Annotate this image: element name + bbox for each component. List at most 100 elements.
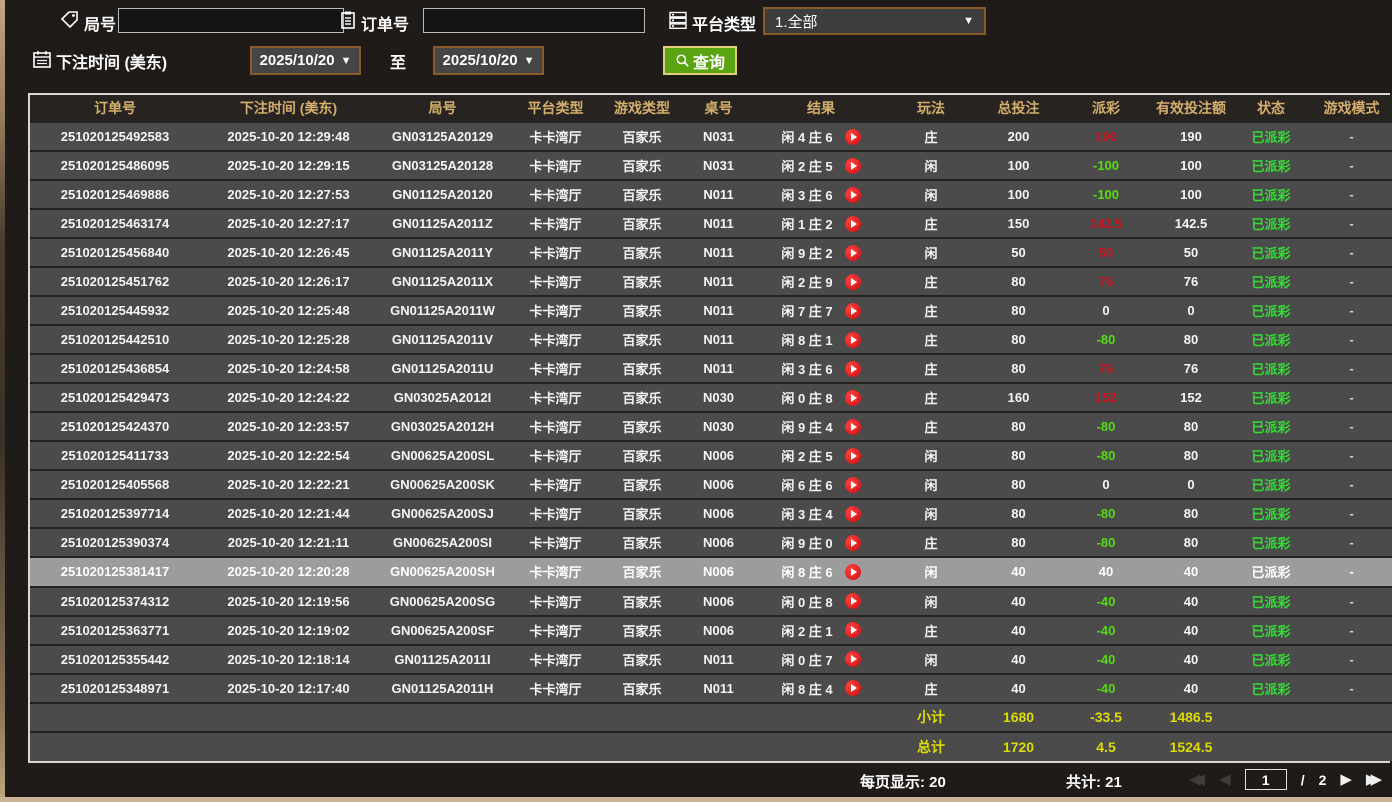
play-icon[interactable] <box>844 534 861 551</box>
table-cell: 190 <box>1151 120 1231 152</box>
table-row[interactable]: 251020125429473 2025-10-20 12:24:22 GN0302… <box>30 382 1392 413</box>
play-icon[interactable] <box>844 389 861 406</box>
table-cell: 80 <box>1151 411 1231 442</box>
table-row[interactable]: 251020125355442 2025-10-20 12:18:14 GN0112… <box>30 643 1392 674</box>
orders-table: 订单号 下注时间 (美东) 局号 平台类型 游戏类型 桌号 结果 玩法 总投注 派彩 有效投注额 状态… <box>28 93 1392 763</box>
play-icon[interactable] <box>844 651 861 668</box>
table-cell: 251020125451762 <box>30 266 200 297</box>
table-row[interactable]: 251020125348971 2025-10-20 12:17:40 GN0112… <box>30 672 1392 703</box>
play-icon[interactable] <box>844 563 861 580</box>
table-row[interactable]: 251020125411733 2025-10-20 12:22:54 GN0062… <box>30 440 1392 471</box>
play-icon[interactable] <box>844 476 861 493</box>
table-row[interactable]: 251020125469886 2025-10-20 12:27:53 GN0112… <box>30 179 1392 210</box>
play-icon[interactable] <box>844 186 861 203</box>
last-page-icon[interactable]: ▶▶ <box>1366 770 1382 790</box>
query-button[interactable]: 查询 <box>663 46 737 75</box>
order-number-input[interactable] <box>423 8 645 33</box>
first-page-icon[interactable]: ◀◀ <box>1189 770 1205 790</box>
table-row[interactable]: 251020125486095 2025-10-20 12:29:15 GN0312… <box>30 150 1392 181</box>
table-row[interactable]: 251020125456840 2025-10-20 12:26:45 GN0112… <box>30 237 1392 268</box>
play-icon[interactable] <box>844 302 861 319</box>
play-icon[interactable] <box>844 273 861 290</box>
table-row[interactable]: 251020125436854 2025-10-20 12:24:58 GN0112… <box>30 353 1392 384</box>
table-row[interactable]: 251020125451762 2025-10-20 12:26:17 GN0112… <box>30 266 1392 297</box>
chevron-down-icon: ▼ <box>340 54 352 67</box>
table-cell: 已派彩 <box>1231 643 1311 674</box>
table-cell: 百家乐 <box>603 295 681 326</box>
table-cell: -80 <box>1061 527 1151 558</box>
play-icon[interactable] <box>844 215 861 232</box>
table-cell: 小计 <box>886 701 976 732</box>
result-text: 闲 0 庄 8 <box>781 594 833 610</box>
table-row[interactable]: 251020125424370 2025-10-20 12:23:57 GN0302… <box>30 411 1392 442</box>
order-filter-label: 订单号 <box>361 17 410 34</box>
table-cell: 251020125492583 <box>30 120 200 152</box>
table-cell: 2025-10-20 12:29:15 <box>200 150 377 181</box>
table-cell: 百家乐 <box>603 440 681 471</box>
play-icon[interactable] <box>844 418 861 435</box>
table-cell <box>30 730 886 761</box>
result-text: 闲 0 庄 7 <box>781 652 833 668</box>
table-row[interactable]: 251020125397714 2025-10-20 12:21:44 GN0062… <box>30 498 1392 529</box>
table-row[interactable]: 251020125463174 2025-10-20 12:27:17 GN0112… <box>30 208 1392 239</box>
round-number-input[interactable] <box>118 8 344 33</box>
play-icon[interactable] <box>844 505 861 522</box>
chevron-down-icon: ▼ <box>963 15 974 27</box>
table-row[interactable]: 251020125492583 2025-10-20 12:29:48 GN0312… <box>30 120 1392 152</box>
table-cell: -100 <box>1061 179 1151 210</box>
filter-bar: 局号 订单号 平台类型 1.全部 ▼ 下注时间 (美东) 2025/10/20 … <box>0 0 1392 93</box>
table-cell: - <box>1311 556 1392 587</box>
play-icon[interactable] <box>844 244 861 261</box>
play-icon[interactable] <box>844 622 861 639</box>
play-icon[interactable] <box>844 680 861 697</box>
play-icon[interactable] <box>844 157 861 174</box>
table-cell: N011 <box>681 643 756 674</box>
table-cell: 百家乐 <box>603 120 681 152</box>
table-row[interactable]: 251020125374312 2025-10-20 12:19:56 GN0062… <box>30 585 1392 616</box>
table-cell: 150 <box>976 208 1061 239</box>
platform-type-select[interactable]: 1.全部 ▼ <box>763 7 986 35</box>
table-cell: 100 <box>1151 179 1231 210</box>
play-icon[interactable] <box>844 447 861 464</box>
date-to-value: 2025/10/20 <box>442 52 518 69</box>
result-cell: 闲 9 庄 4 <box>756 411 886 442</box>
table-cell: 闲 <box>886 556 976 587</box>
table-cell: N031 <box>681 150 756 181</box>
table-row[interactable]: 251020125442510 2025-10-20 12:25:28 GN0112… <box>30 324 1392 355</box>
table-cell: 已派彩 <box>1231 411 1311 442</box>
table-row[interactable]: 251020125381417 2025-10-20 12:20:28 GN0062… <box>30 556 1392 587</box>
summary-row: 小计 1680 -33.5 1486.5 <box>30 701 1392 732</box>
table-row[interactable]: 251020125445932 2025-10-20 12:25:48 GN0112… <box>30 295 1392 326</box>
table-cell: 已派彩 <box>1231 324 1311 355</box>
table-cell: 2025-10-20 12:21:44 <box>200 498 377 529</box>
column-header: 总投注 <box>976 95 1061 122</box>
prev-page-icon[interactable]: ◀ <box>1219 770 1231 790</box>
table-cell: 40 <box>1061 556 1151 587</box>
table-cell: - <box>1311 295 1392 326</box>
table-cell: 2025-10-20 12:19:02 <box>200 614 377 645</box>
table-cell: N006 <box>681 527 756 558</box>
table-cell: 2025-10-20 12:22:54 <box>200 440 377 471</box>
table-cell: 40 <box>976 585 1061 616</box>
table-row[interactable]: 251020125390374 2025-10-20 12:21:11 GN0062… <box>30 527 1392 558</box>
table-cell: -40 <box>1061 643 1151 674</box>
table-cell: 80 <box>976 324 1061 355</box>
table-cell: 40 <box>976 643 1061 674</box>
table-cell: 251020125348971 <box>30 672 200 703</box>
result-text: 闲 3 庄 6 <box>781 362 833 378</box>
play-icon[interactable] <box>844 360 861 377</box>
result-text: 闲 3 庄 6 <box>781 188 833 204</box>
date-from-picker[interactable]: 2025/10/20 ▼ <box>250 46 361 75</box>
play-icon[interactable] <box>844 128 861 145</box>
date-to-picker[interactable]: 2025/10/20 ▼ <box>433 46 544 75</box>
table-cell: GN01125A2011I <box>377 643 508 674</box>
table-row[interactable]: 251020125405568 2025-10-20 12:22:21 GN0062… <box>30 469 1392 500</box>
table-cell: - <box>1311 498 1392 529</box>
page-number-input[interactable] <box>1244 769 1287 790</box>
result-cell: 闲 2 庄 5 <box>756 150 886 181</box>
table-cell: 卡卡湾厅 <box>508 440 603 471</box>
table-row[interactable]: 251020125363771 2025-10-20 12:19:02 GN0062… <box>30 614 1392 645</box>
play-icon[interactable] <box>844 593 861 610</box>
next-page-icon[interactable]: ▶ <box>1340 770 1352 790</box>
play-icon[interactable] <box>844 331 861 348</box>
